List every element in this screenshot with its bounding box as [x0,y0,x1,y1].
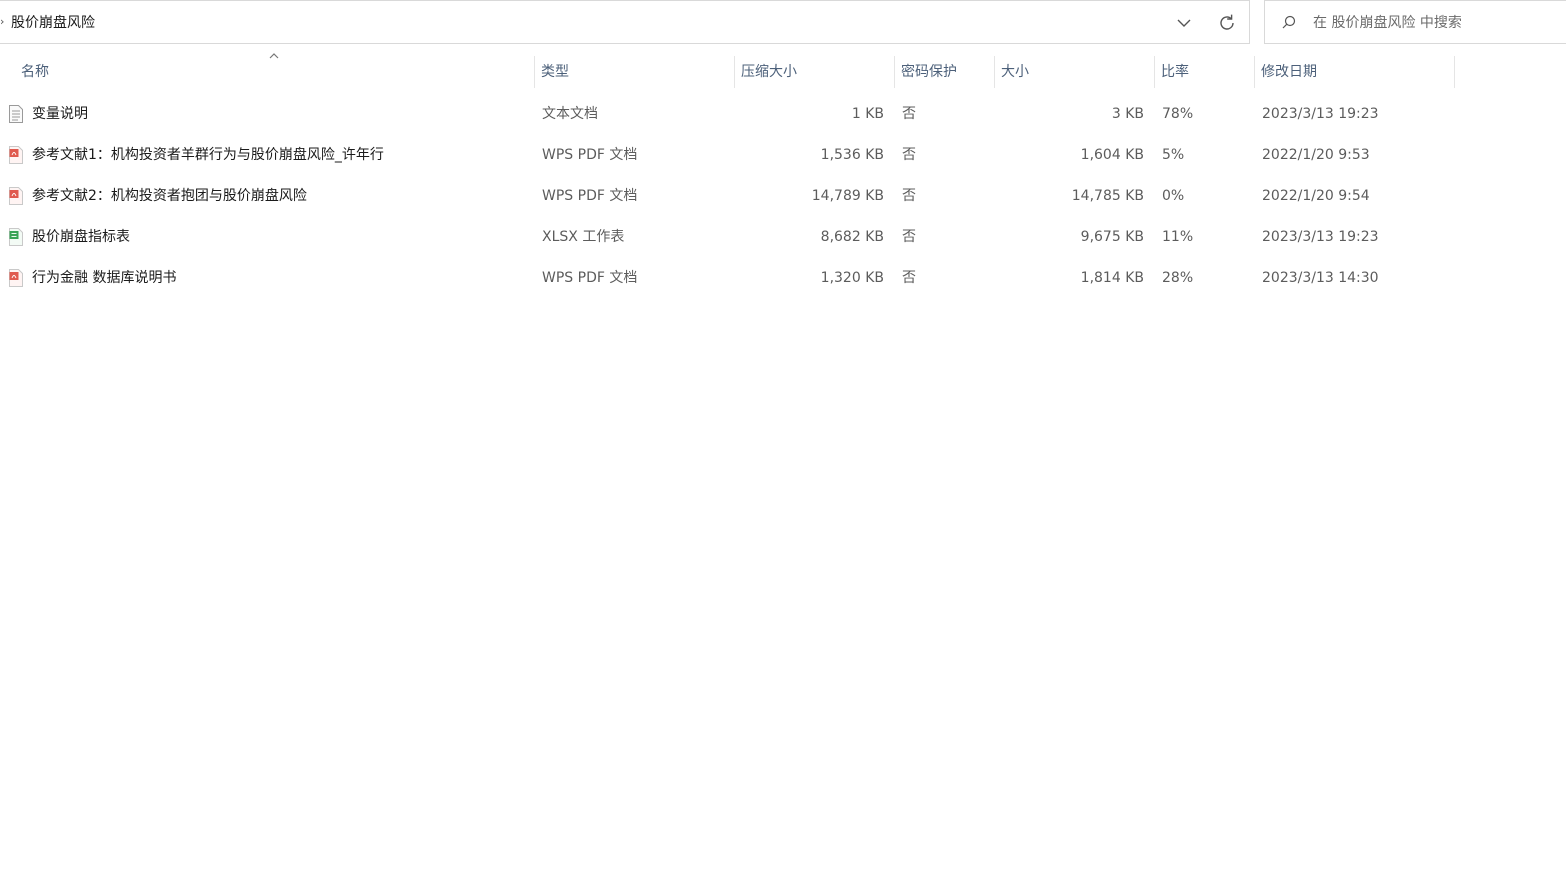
file-modified-date: 2023/3/13 19:23 [1262,106,1379,122]
column-header-compressed-size[interactable]: 压缩大小 [735,56,895,88]
file-password-protected: 否 [902,147,916,163]
file-password-protected: 否 [902,270,916,286]
file-size: 1,604 KB [1080,147,1144,163]
column-header-size[interactable]: 大小 [995,56,1155,88]
file-type: WPS PDF 文档 [542,270,638,286]
file-name: 参考文献1：机构投资者羊群行为与股价崩盘风险_许年行 [32,147,384,163]
breadcrumb-separator-icon[interactable]: › [0,15,4,29]
file-name: 变量说明 [32,106,88,122]
file-row[interactable]: 变量说明 文本文档 1 KB 否 3 KB 78% 2023/3/13 19:2… [0,94,1566,135]
file-compressed-size: 8,682 KB [820,229,884,245]
search-box[interactable] [1264,0,1566,44]
file-modified-date: 2022/1/20 9:54 [1262,188,1370,204]
address-history-dropdown-button[interactable] [1174,13,1194,33]
pdf-icon [9,146,23,164]
breadcrumb-current-folder[interactable]: 股价崩盘风险 [11,13,95,33]
file-size: 9,675 KB [1080,229,1144,245]
file-ratio: 78% [1162,106,1194,122]
file-compressed-size: 1 KB [851,106,884,122]
column-header-password-label: 密码保护 [901,64,957,80]
column-header-name[interactable]: 名称 [0,53,535,88]
file-name: 行为金融 数据库说明书 [32,270,177,286]
chevron-down-icon [1177,19,1191,27]
file-type: WPS PDF 文档 [542,188,638,204]
file-compressed-size: 1,536 KB [820,147,884,163]
file-size: 1,814 KB [1080,270,1144,286]
file-compressed-size: 14,789 KB [811,188,884,204]
file-type: XLSX 工作表 [542,229,625,245]
file-ratio: 5% [1162,147,1185,163]
file-type: WPS PDF 文档 [542,147,638,163]
search-icon [1282,15,1296,29]
column-header-row: 名称 类型 压缩大小 密码保护 大小 比率 修改日期 [0,53,1566,88]
file-password-protected: 否 [902,106,916,122]
file-row[interactable]: 参考文献2：机构投资者抱团与股价崩盘风险 WPS PDF 文档 14,789 K… [0,176,1566,217]
file-size: 3 KB [1111,106,1144,122]
column-header-ratio-label: 比率 [1161,64,1189,80]
column-header-ratio[interactable]: 比率 [1155,56,1255,88]
pdf-icon [9,187,23,205]
column-header-name-label: 名称 [21,64,49,80]
file-modified-date: 2022/1/20 9:53 [1262,147,1370,163]
file-modified-date: 2023/3/13 19:23 [1262,229,1379,245]
column-header-type[interactable]: 类型 [535,56,735,88]
file-list: 变量说明 文本文档 1 KB 否 3 KB 78% 2023/3/13 19:2… [0,94,1566,299]
column-header-type-label: 类型 [541,64,569,80]
file-size: 14,785 KB [1071,188,1144,204]
refresh-button[interactable] [1216,12,1238,34]
file-name: 股价崩盘指标表 [32,229,130,245]
column-header-compressed-size-label: 压缩大小 [741,64,797,80]
chevron-up-icon [269,53,279,59]
file-ratio: 28% [1162,270,1194,286]
file-password-protected: 否 [902,188,916,204]
refresh-icon [1220,14,1234,30]
file-compressed-size: 1,320 KB [820,270,884,286]
file-password-protected: 否 [902,229,916,245]
file-modified-date: 2023/3/13 14:30 [1262,270,1379,286]
file-type: 文本文档 [542,106,598,122]
column-header-modified[interactable]: 修改日期 [1255,56,1455,88]
search-input[interactable] [1313,11,1563,35]
column-header-size-label: 大小 [1001,64,1029,80]
file-ratio: 0% [1162,188,1185,204]
file-row[interactable]: 参考文献1：机构投资者羊群行为与股价崩盘风险_许年行 WPS PDF 文档 1,… [0,135,1566,176]
spreadsheet-icon [9,228,23,246]
file-name: 参考文献2：机构投资者抱团与股价崩盘风险 [32,188,307,204]
pdf-icon [9,269,23,287]
file-row[interactable]: 股价崩盘指标表 XLSX 工作表 8,682 KB 否 9,675 KB 11%… [0,217,1566,258]
file-explorer-window: › 股价崩盘风险 名称 类型 [0,0,1566,869]
address-bar[interactable]: › 股价崩盘风险 [0,0,1250,44]
column-header-modified-label: 修改日期 [1261,64,1317,80]
file-row[interactable]: 行为金融 数据库说明书 WPS PDF 文档 1,320 KB 否 1,814 … [0,258,1566,299]
file-ratio: 11% [1162,229,1194,245]
text-document-icon [9,105,23,123]
column-header-password[interactable]: 密码保护 [895,56,995,88]
